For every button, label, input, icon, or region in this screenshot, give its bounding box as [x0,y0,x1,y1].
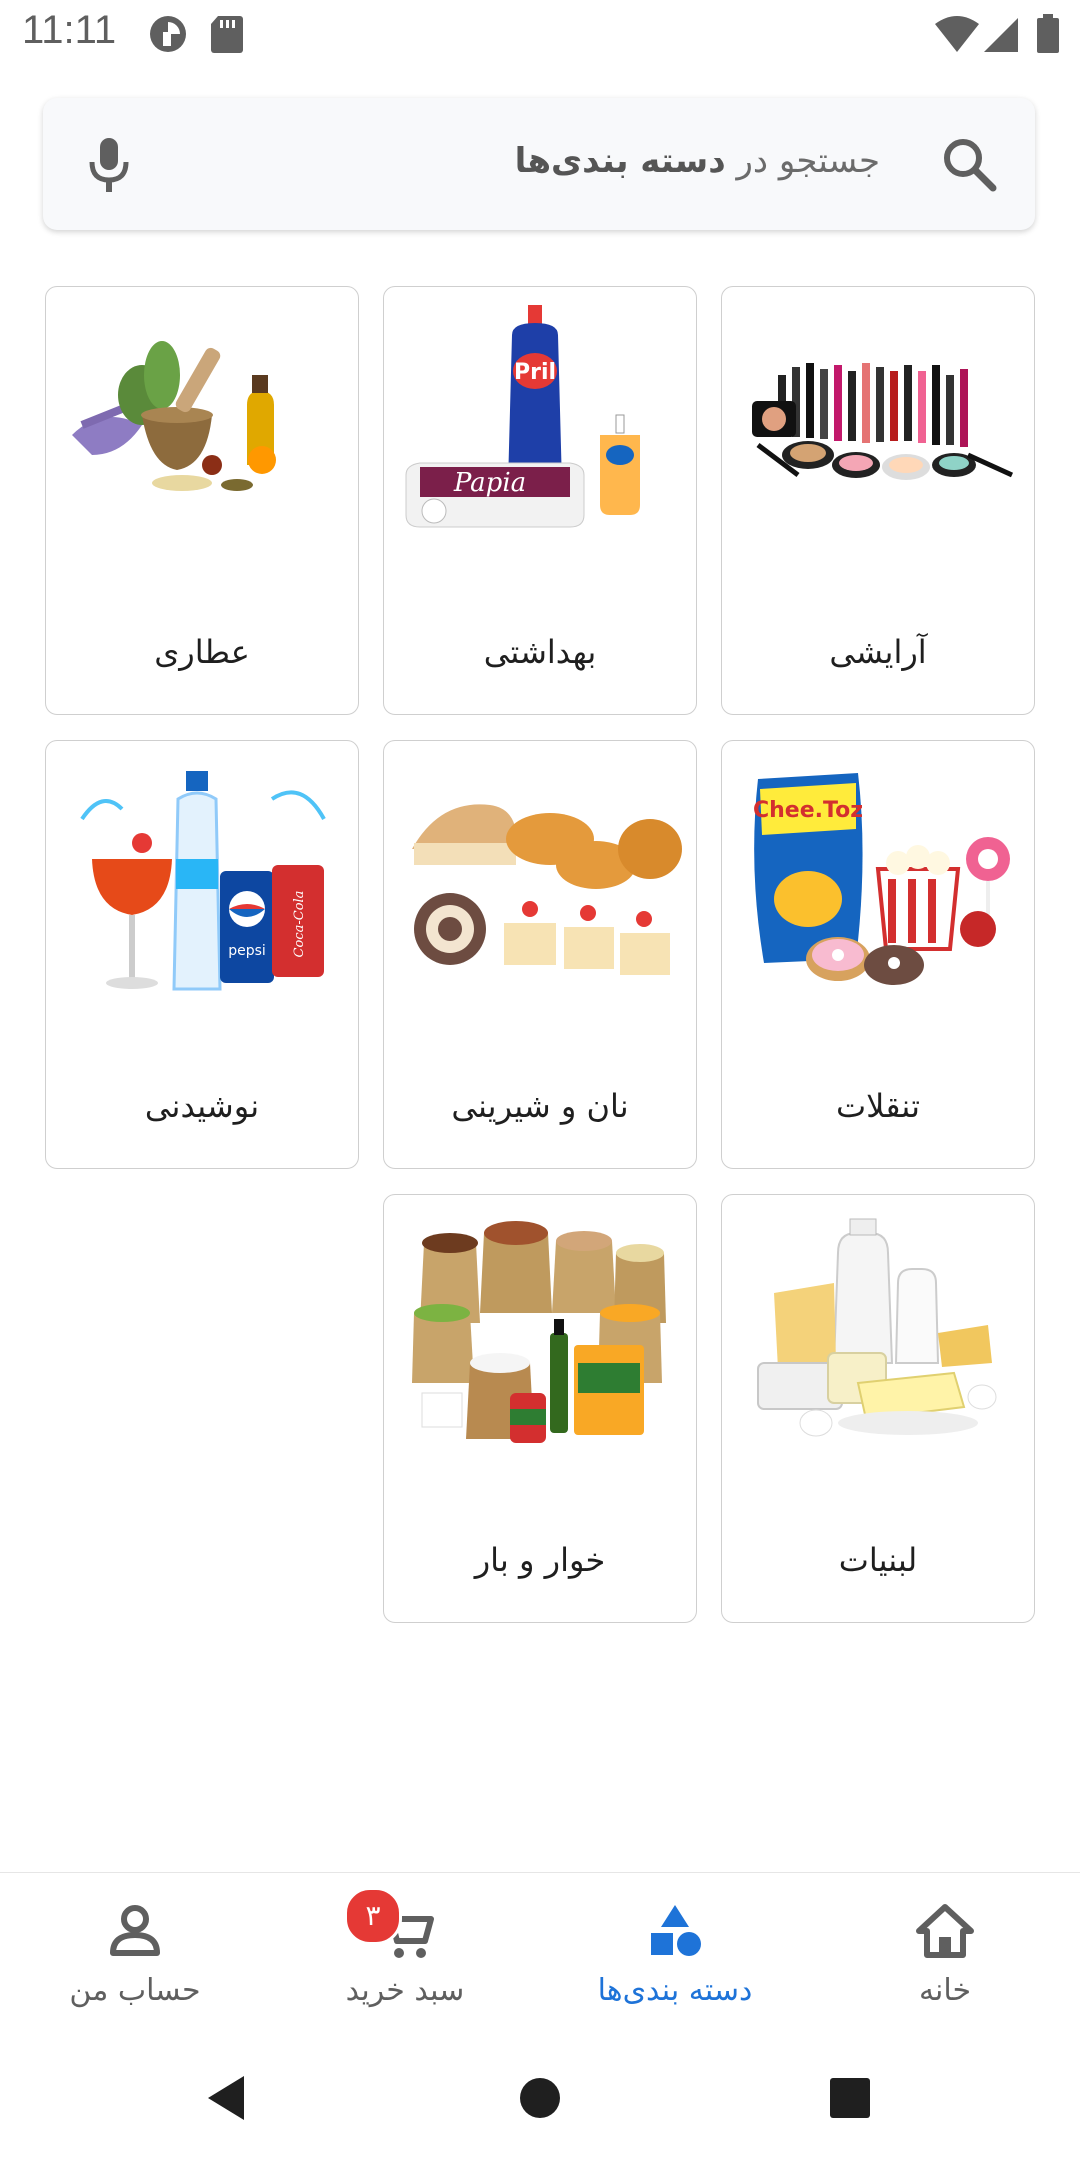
battery-icon [1037,14,1059,53]
nav-home-label: خانه [918,1973,972,2008]
nav-home[interactable]: خانه [810,1873,1080,2019]
hygiene-image: Pril Papia [405,305,640,528]
nav-cart[interactable]: ۳ سبد خرید [270,1873,540,2019]
nav-account[interactable]: حساب من [0,1873,270,2019]
category-card-cosmetics[interactable]: آرایشی [721,286,1035,715]
svg-text:Chee.Toz: Chee.Toz [753,798,863,823]
nav-categories[interactable]: دسته بندی‌ها [540,1873,810,2019]
category-label: خوار و بار [474,1541,606,1579]
svg-text:Coca-Cola: Coca-Cola [292,891,307,958]
nav-cart-label: سبد خرید [345,1973,465,2008]
category-card-hygiene[interactable]: Pril Papia بهداشتی [383,286,697,715]
search-bar[interactable]: جستجو در دسته بندی‌ها [43,98,1035,230]
category-label: بهداشتی [483,633,597,671]
wifi-icon [935,16,979,52]
nav-categories-label: دسته بندی‌ها [597,1973,753,2008]
category-card-drinks[interactable]: pepsi Coca-Cola نوشیدنی [45,740,359,1169]
category-label: آرایشی [829,633,927,671]
mic-icon[interactable] [85,136,133,194]
category-label: لبنیات [838,1541,918,1579]
system-nav-bar [0,2040,1080,2160]
signal-icon [984,18,1018,52]
svg-text:Pril: Pril [514,360,556,385]
category-card-dairy[interactable]: لبنیات [721,1194,1035,1623]
sd-card-icon [211,16,243,53]
category-card-bread-pastry[interactable]: نان و شیرینی [383,740,697,1169]
category-label: نوشیدنی [144,1087,260,1125]
bottom-nav: خانه دسته بندی‌ها ۳ سبد خرید حساب من [0,1872,1080,2019]
category-card-groceries[interactable]: خوار و بار [383,1194,697,1623]
status-bar: 11:11 [0,0,1080,66]
nav-account-label: حساب من [69,1973,201,2008]
bread-pastry-image [412,804,682,975]
account-icon [110,1905,160,1956]
svg-text:Papia: Papia [453,468,526,498]
herbs-image [72,341,276,491]
home-icon [916,1904,974,1958]
status-time: 11:11 [22,8,117,52]
recents-icon[interactable] [820,2068,880,2128]
search-input[interactable]: جستجو در دسته بندی‌ها [515,141,880,181]
cosmetics-image [752,363,1014,480]
home-circle-icon[interactable] [510,2068,570,2128]
back-icon[interactable] [196,2068,256,2128]
search-placeholder-bold: دسته بندی‌ها [514,141,726,181]
category-grid: آرایشی Pril Papia بهداشتی عطاری Chee.Toz… [44,286,1036,1626]
search-icon[interactable] [941,136,997,192]
svg-text:pepsi: pepsi [228,943,266,959]
drinks-image: pepsi Coca-Cola [80,771,326,991]
category-card-herbs[interactable]: عطاری [45,286,359,715]
pinwheel-icon [150,16,186,52]
categories-icon [651,1905,701,1956]
snacks-image: Chee.Toz [753,773,1010,985]
dairy-image [757,1218,997,1437]
category-card-snacks[interactable]: Chee.Toz تنقلات [721,740,1035,1169]
category-label: تنقلات [836,1087,920,1125]
cart-count-badge: ۳ [344,1887,402,1945]
groceries-image [412,1221,666,1443]
category-label: عطاری [154,633,250,671]
search-placeholder-prefix: جستجو در [736,141,881,181]
category-label: نان و شیرینی [451,1087,629,1125]
